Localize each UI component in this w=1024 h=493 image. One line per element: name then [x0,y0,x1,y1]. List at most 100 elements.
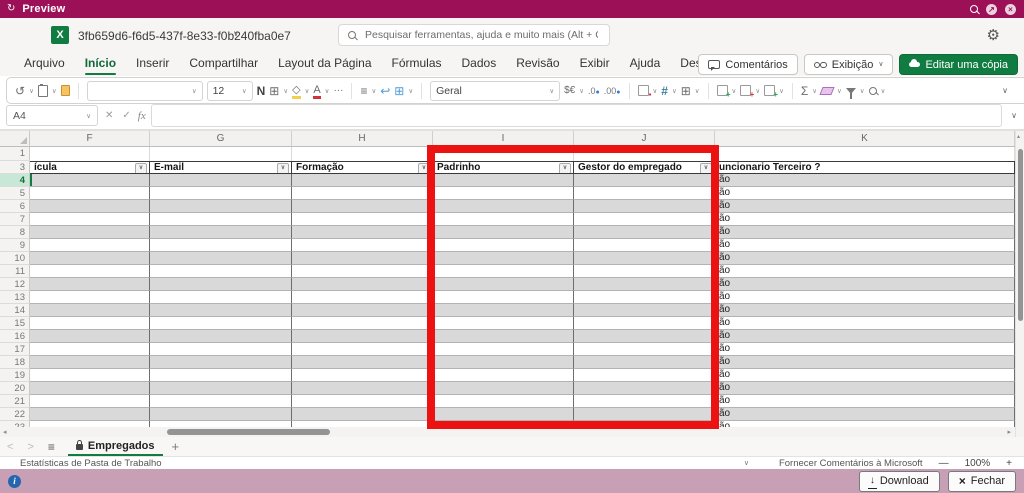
cell-I6[interactable] [433,200,574,213]
next-sheet-button[interactable]: > [20,441,40,453]
status-chevron-icon[interactable]: ∨ [744,459,749,467]
ribbon-tab-dados[interactable]: Dados [452,53,507,75]
ribbon-tab-arquivo[interactable]: Arquivo [14,53,75,75]
cell-H19[interactable] [292,369,433,382]
cancel-entry-button[interactable]: ✕ [103,110,115,121]
row-header-8[interactable]: 8 [0,226,30,239]
confirm-entry-button[interactable]: ✓ [120,110,132,121]
row-header-11[interactable]: 11 [0,265,30,278]
font-color-button[interactable]: A ∨ [313,85,329,96]
cell-K22[interactable]: ão [715,408,1015,421]
row-header-12[interactable]: 12 [0,278,30,291]
zoom-level[interactable]: 100% [965,458,991,469]
cell-F15[interactable] [30,317,150,330]
ribbon-tab-início[interactable]: Início [75,53,126,75]
cell-H6[interactable] [292,200,433,213]
cell-H5[interactable] [292,187,433,200]
sheet-list-menu-button[interactable]: ≡ [41,440,62,454]
cell-I21[interactable] [433,395,574,408]
cell-H21[interactable] [292,395,433,408]
cell-H15[interactable] [292,317,433,330]
cell-G22[interactable] [150,408,292,421]
filter-dropdown-icon[interactable]: ∨ [418,163,430,174]
cell-F8[interactable] [30,226,150,239]
merge-button[interactable]: ⊞ ∨ [394,85,413,97]
table-header-cell-G3[interactable]: E-mail∨ [150,161,292,174]
cell-G10[interactable] [150,252,292,265]
cell-F6[interactable] [30,200,150,213]
ribbon-collapse-icon[interactable]: ∨ [1002,86,1008,95]
cell-K5[interactable]: ão [715,187,1015,200]
cell-F20[interactable] [30,382,150,395]
cell-J9[interactable] [574,239,715,252]
cell-H16[interactable] [292,330,433,343]
filter-dropdown-icon[interactable]: ∨ [559,163,571,174]
cell-F18[interactable] [30,356,150,369]
cell-G6[interactable] [150,200,292,213]
cell-J11[interactable] [574,265,715,278]
spreadsheet-grid[interactable]: FGHIJK13ícula∨E-mail∨Formação∨Padrinho∨G… [0,131,1015,427]
cell-J1[interactable] [574,147,715,161]
cell-H17[interactable] [292,343,433,356]
row-header-9[interactable]: 9 [0,239,30,252]
cell-I22[interactable] [433,408,574,421]
cell-J10[interactable] [574,252,715,265]
cell-I10[interactable] [433,252,574,265]
cell-J16[interactable] [574,330,715,343]
cell-G12[interactable] [150,278,292,291]
row-header-3[interactable]: 3 [0,161,30,174]
cell-I4[interactable] [433,174,574,187]
insert-function-button[interactable]: fx [138,110,146,122]
ribbon-tab-layout-da-página[interactable]: Layout da Página [268,53,381,75]
column-header-K[interactable]: K [715,131,1015,146]
row-header-21[interactable]: 21 [0,395,30,408]
ribbon-tab-ajuda[interactable]: Ajuda [620,53,671,75]
ribbon-tab-compartilhar[interactable]: Compartilhar [179,53,268,75]
cell-J20[interactable] [574,382,715,395]
row-header-15[interactable]: 15 [0,317,30,330]
cell-J15[interactable] [574,317,715,330]
bold-button[interactable]: N [257,85,266,97]
cell-I12[interactable] [433,278,574,291]
comments-button[interactable]: Comentários [698,54,797,75]
undo-button[interactable]: ↺ ∨ [15,85,34,97]
cell-F5[interactable] [30,187,150,200]
cell-J6[interactable] [574,200,715,213]
row-header-16[interactable]: 16 [0,330,30,343]
align-button[interactable]: ≡ ∨ [360,85,376,97]
cell-H1[interactable] [292,147,433,161]
row-header-1[interactable]: 1 [0,147,30,161]
increase-decimal-button[interactable]: .00● [604,86,621,96]
titlebar-search-icon[interactable] [970,5,978,13]
ribbon-tab-exibir[interactable]: Exibir [570,53,620,75]
ribbon-tab-inserir[interactable]: Inserir [126,53,179,75]
cell-J18[interactable] [574,356,715,369]
filter-dropdown-icon[interactable]: ∨ [277,163,289,174]
ribbon-tab-fórmulas[interactable]: Fórmulas [382,53,452,75]
row-header-13[interactable]: 13 [0,291,30,304]
row-header-14[interactable]: 14 [0,304,30,317]
cell-F12[interactable] [30,278,150,291]
cell-G20[interactable] [150,382,292,395]
download-button[interactable]: ↓ Download [859,471,940,492]
cell-I16[interactable] [433,330,574,343]
formula-bar-expand-icon[interactable]: ∨ [1011,111,1017,120]
row-header-17[interactable]: 17 [0,343,30,356]
cell-G8[interactable] [150,226,292,239]
cell-H9[interactable] [292,239,433,252]
cell-H12[interactable] [292,278,433,291]
cell-G11[interactable] [150,265,292,278]
cell-F14[interactable] [30,304,150,317]
cell-I8[interactable] [433,226,574,239]
column-header-H[interactable]: H [292,131,433,146]
cell-G1[interactable] [150,147,292,161]
settings-gear-icon[interactable]: ⚙ [987,26,1000,44]
cell-I18[interactable] [433,356,574,369]
row-header-22[interactable]: 22 [0,408,30,421]
cell-J8[interactable] [574,226,715,239]
cell-F11[interactable] [30,265,150,278]
cell-F16[interactable] [30,330,150,343]
cell-I9[interactable] [433,239,574,252]
fill-color-button[interactable]: ◇ ∨ [292,85,309,96]
cell-J12[interactable] [574,278,715,291]
